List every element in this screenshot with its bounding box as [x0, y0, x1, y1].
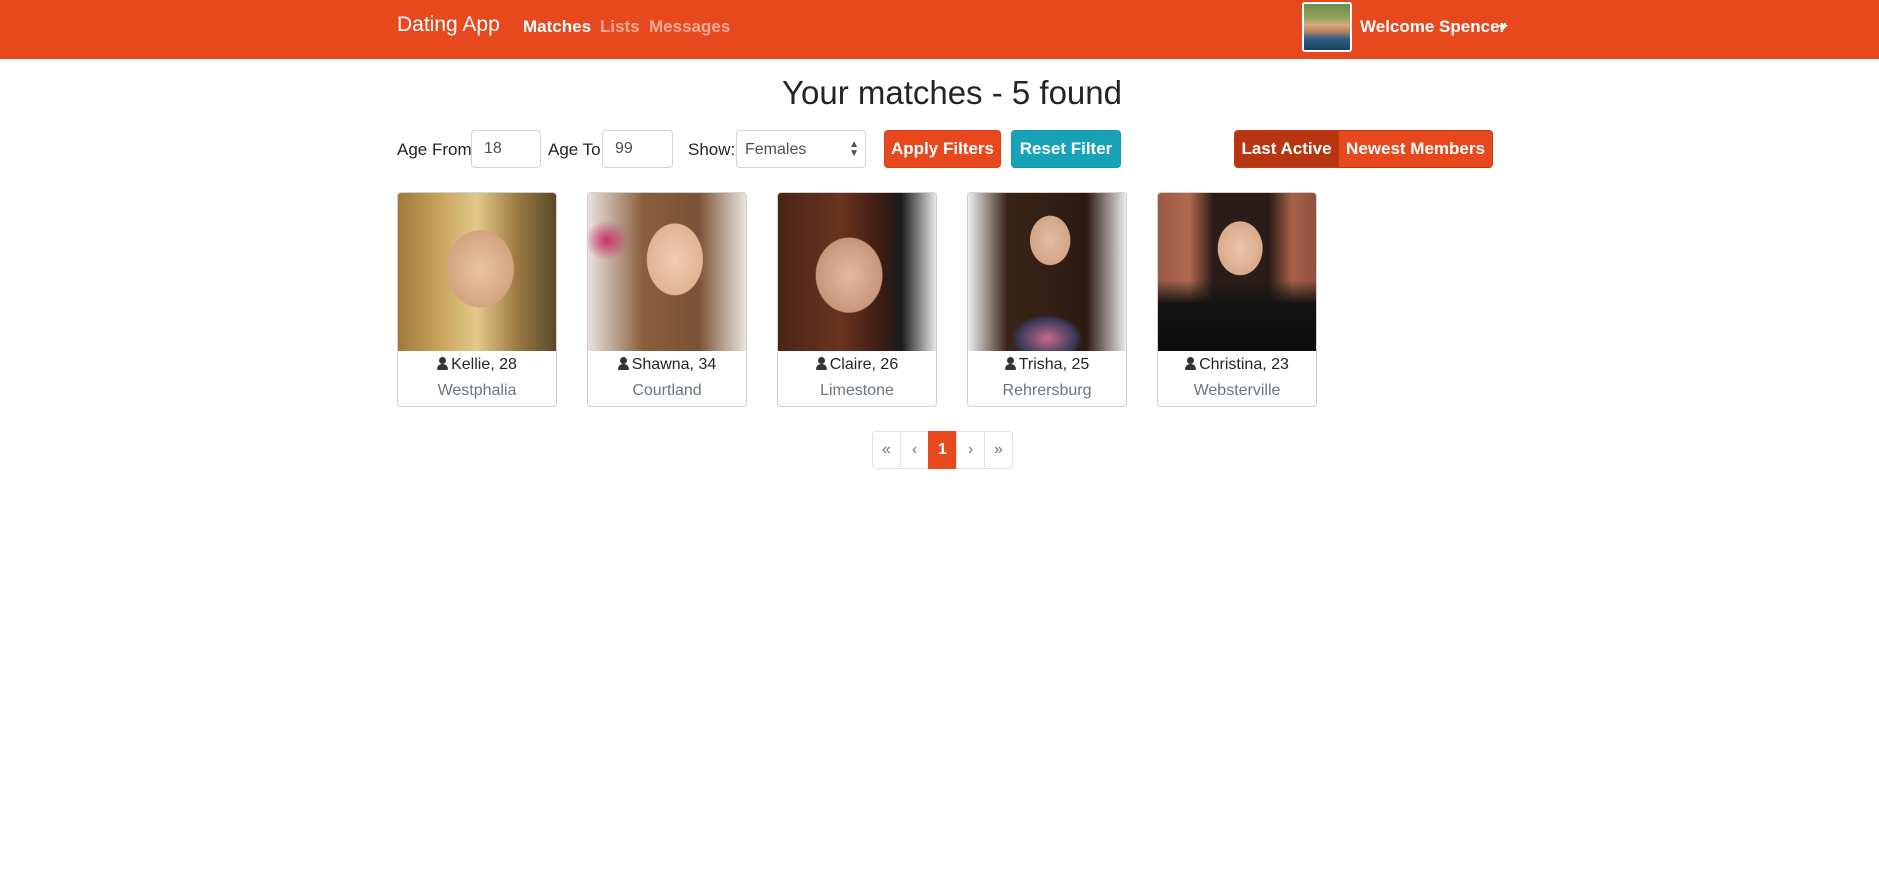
show-label: Show: — [688, 140, 736, 159]
member-name-age: Shawna, 34 — [631, 356, 717, 373]
member-city: Westphalia — [437, 382, 517, 399]
member-name-age: Trisha, 25 — [1018, 356, 1090, 373]
first-page-button[interactable]: « — [872, 431, 901, 469]
age-to-input[interactable] — [602, 130, 673, 168]
user-icon — [437, 357, 449, 370]
page-title: Your matches - 5 found — [782, 74, 1122, 111]
member-card[interactable]: Trisha, 25 Rehrersburg — [967, 192, 1127, 407]
last-page-button[interactable]: » — [984, 431, 1013, 469]
apply-filters-button[interactable]: Apply Filters — [884, 130, 1001, 168]
gender-select-value: Females — [745, 141, 807, 158]
nav-messages[interactable]: Messages — [649, 17, 730, 37]
member-card[interactable]: Christina, 23 Websterville — [1157, 192, 1317, 407]
member-photo[interactable] — [1158, 193, 1316, 351]
user-icon — [815, 357, 827, 370]
sort-last-active-button[interactable]: Last Active — [1234, 130, 1339, 168]
gender-select[interactable]: Females ▲ ▼ — [736, 130, 866, 168]
member-photo[interactable] — [968, 193, 1126, 351]
user-avatar[interactable] — [1302, 2, 1352, 52]
member-card[interactable]: Claire, 26 Limestone — [777, 192, 937, 407]
previous-page-button[interactable]: ‹ — [900, 431, 929, 469]
reset-filter-button[interactable]: Reset Filter — [1011, 130, 1121, 168]
member-city: Courtland — [632, 382, 702, 399]
sort-newest-members-button[interactable]: Newest Members — [1339, 130, 1493, 168]
nav-lists[interactable]: Lists — [600, 17, 640, 37]
welcome-text[interactable]: Welcome Spencer — [1360, 17, 1506, 37]
user-icon — [1004, 357, 1016, 370]
age-from-label: Age From — [397, 140, 472, 159]
member-name-age: Claire, 26 — [829, 356, 899, 373]
member-card[interactable]: Shawna, 34 Courtland — [587, 192, 747, 407]
member-city: Limestone — [820, 382, 894, 399]
sort-button-group: Last Active Newest Members — [1234, 130, 1493, 168]
brand-link[interactable]: Dating App — [397, 13, 500, 37]
current-page-button[interactable]: 1 — [928, 431, 957, 469]
age-to-label: Age To — [548, 140, 601, 159]
member-city: Websterville — [1193, 382, 1281, 399]
user-icon — [1185, 357, 1197, 370]
member-name-age: Christina, 23 — [1199, 356, 1289, 373]
user-icon — [617, 357, 629, 370]
member-name-age: Kellie, 28 — [451, 356, 517, 373]
nav-matches[interactable]: Matches — [523, 17, 591, 37]
member-card[interactable]: Kellie, 28 Westphalia — [397, 192, 557, 407]
member-photo[interactable] — [778, 193, 936, 351]
select-arrows-icon: ▲ ▼ — [849, 139, 859, 159]
pagination: « ‹ 1 › » — [872, 431, 1013, 469]
age-from-input[interactable] — [471, 130, 541, 168]
caret-down-icon[interactable] — [1498, 25, 1508, 30]
member-city: Rehrersburg — [1002, 382, 1092, 399]
member-photo[interactable] — [588, 193, 746, 351]
next-page-button[interactable]: › — [956, 431, 985, 469]
top-navbar: Dating App Matches Lists Messages Welcom… — [0, 0, 1879, 59]
member-photo[interactable] — [398, 193, 556, 351]
